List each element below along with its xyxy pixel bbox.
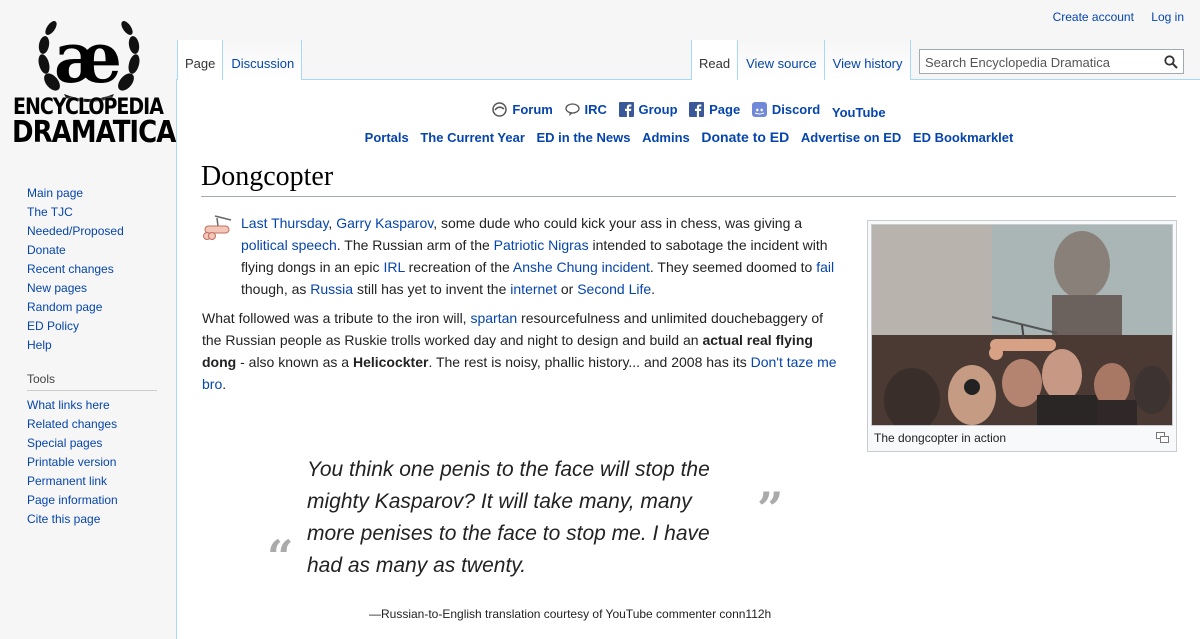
link-second-life[interactable]: Second Life	[577, 281, 651, 297]
sidebar-tool-what-links-here[interactable]: What links here	[27, 398, 157, 417]
tab-read[interactable]: Read	[691, 40, 739, 80]
link-patriotic-nigras[interactable]: Patriotic Nigras	[494, 237, 589, 253]
topnav-bookmarklet[interactable]: ED Bookmarklet	[913, 130, 1013, 145]
sidebar-tool-permanent-link[interactable]: Permanent link	[27, 474, 157, 493]
sidebar-tools: What links here Related changes Special pa…	[27, 398, 157, 531]
link-anshe-chung[interactable]: Anshe Chung incident	[513, 259, 650, 275]
link-internet[interactable]: internet	[510, 281, 557, 297]
tab-page[interactable]: Page	[177, 40, 224, 80]
link-spartan[interactable]: spartan	[470, 310, 517, 326]
sidebar-item-help[interactable]: Help	[27, 338, 157, 357]
tab-discussion[interactable]: Discussion	[223, 40, 303, 80]
dongcopter-photo[interactable]	[871, 224, 1173, 426]
link-russia[interactable]: Russia	[310, 281, 353, 297]
bold-helicockter: Helicockter	[352, 354, 429, 370]
link-garry-kasparov[interactable]: Garry Kasparov	[336, 215, 433, 231]
site-logo[interactable]: æ ENCYCLOPEDIA DRAMATICA	[12, 12, 176, 152]
thumbnail: The dongcopter in action	[867, 220, 1177, 452]
topnav-portals[interactable]: Portals	[365, 130, 409, 145]
sidebar-item-recent-changes[interactable]: Recent changes	[27, 262, 157, 281]
sidebar-item-donate[interactable]: Donate	[27, 243, 157, 262]
topnav-donate[interactable]: Donate to ED	[701, 129, 789, 145]
sidebar-item-ed-policy[interactable]: ED Policy	[27, 319, 157, 338]
logo-text-line2: DRAMATICA	[12, 115, 176, 151]
discord-icon	[751, 102, 767, 117]
sidebar-item-needed-proposed[interactable]: Needed/Proposed	[27, 224, 157, 243]
forum-icon	[492, 102, 508, 117]
top-nav-row1: Forum IRC Group Page Discord YouTube	[177, 102, 1200, 120]
topnav-page[interactable]: Page	[689, 102, 740, 117]
tab-view-history[interactable]: View history	[824, 40, 911, 80]
page-title: Dongcopter	[201, 160, 1176, 197]
sidebar-tool-special-pages[interactable]: Special pages	[27, 436, 157, 455]
topnav-admins[interactable]: Admins	[642, 130, 690, 145]
article-body: Last Thursday, Garry Kasparov, some dude…	[202, 212, 842, 402]
sidebar-item-the-tjc[interactable]: The TJC	[27, 205, 157, 224]
quote-text: You think one penis to the face will sto…	[307, 458, 710, 577]
sidebar-tool-printable-version[interactable]: Printable version	[27, 455, 157, 474]
sidebar-tools-heading: Tools	[27, 372, 157, 391]
facebook-icon	[618, 102, 634, 117]
photo-illustration	[872, 225, 1172, 425]
create-account-link[interactable]: Create account	[1053, 10, 1134, 24]
irc-icon	[564, 103, 580, 116]
topnav-group[interactable]: Group	[618, 102, 678, 117]
link-last-thursday[interactable]: Last Thursday	[241, 215, 328, 231]
sidebar-tool-related-changes[interactable]: Related changes	[27, 417, 157, 436]
search-input[interactable]	[923, 51, 1158, 73]
search-box	[919, 49, 1184, 74]
enlarge-icon[interactable]	[1156, 432, 1169, 443]
quote-open-mark: “	[267, 530, 294, 584]
topnav-current-year[interactable]: The Current Year	[420, 130, 525, 145]
sidebar-navigation: Main page The TJC Needed/Proposed Donate Rec…	[27, 186, 157, 357]
logo-mark: æ	[53, 16, 123, 99]
sidebar: Main page The TJC Needed/Proposed Donate Rec…	[27, 186, 157, 531]
topnav-irc[interactable]: IRC	[564, 102, 607, 117]
topnav-youtube[interactable]: YouTube	[832, 105, 886, 120]
personal-tools: Create account Log in	[1039, 10, 1184, 24]
search-icon[interactable]	[1164, 55, 1178, 69]
sidebar-item-random-page[interactable]: Random page	[27, 300, 157, 319]
topnav-ed-in-news[interactable]: ED in the News	[537, 130, 631, 145]
dongcopter-mini-icon	[203, 215, 232, 240]
sidebar-item-new-pages[interactable]: New pages	[27, 281, 157, 300]
sidebar-tool-page-information[interactable]: Page information	[27, 493, 157, 512]
content-area: Forum IRC Group Page Discord YouTube Por…	[176, 79, 1200, 639]
thumbnail-caption: The dongcopter in action	[871, 426, 1173, 445]
top-nav-row2: Portals The Current Year ED in the News …	[177, 129, 1200, 145]
paragraph-2: What followed was a tribute to the iron …	[202, 310, 837, 392]
quote-attribution: —Russian-to-English translation courtesy…	[369, 607, 772, 621]
sidebar-item-main-page[interactable]: Main page	[27, 186, 157, 205]
link-irl[interactable]: IRL	[383, 259, 404, 275]
topnav-discord[interactable]: Discord	[751, 102, 820, 117]
topnav-forum[interactable]: Forum	[492, 102, 553, 117]
view-tabs: Read View source View history	[691, 40, 911, 80]
topnav-advertise[interactable]: Advertise on ED	[801, 130, 901, 145]
facebook-icon	[689, 102, 705, 117]
namespace-tabs: Page Discussion	[177, 40, 303, 80]
sidebar-tool-cite-this-page[interactable]: Cite this page	[27, 512, 157, 531]
link-political-speech[interactable]: political speech	[241, 237, 337, 253]
link-fail[interactable]: fail	[816, 259, 834, 275]
tab-view-source[interactable]: View source	[738, 40, 825, 80]
quote-close-mark: ”	[757, 482, 784, 536]
paragraph-1: Last Thursday, Garry Kasparov, some dude…	[202, 212, 842, 300]
log-in-link[interactable]: Log in	[1151, 10, 1184, 24]
